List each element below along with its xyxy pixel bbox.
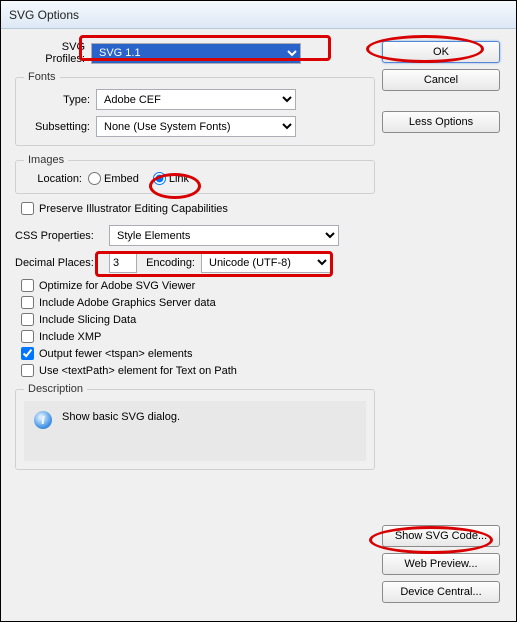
less-options-button[interactable]: Less Options [382, 111, 500, 133]
images-embed-radio[interactable] [88, 172, 101, 185]
include-slicing-checkbox[interactable] [21, 313, 34, 326]
include-graphics-server-checkbox[interactable] [21, 296, 34, 309]
fewer-tspan-checkbox[interactable] [21, 347, 34, 360]
include-xmp-label: Include XMP [39, 331, 101, 343]
encoding-label: Encoding: [137, 257, 201, 269]
show-svg-code-button[interactable]: Show SVG Code... [382, 525, 500, 547]
preserve-illustrator-checkbox[interactable] [21, 202, 34, 215]
fonts-legend: Fonts [24, 71, 60, 83]
info-icon: i [34, 411, 52, 429]
font-type-label: Type: [24, 94, 96, 106]
font-type-select[interactable]: Adobe CEF [96, 89, 296, 110]
ok-button[interactable]: OK [382, 41, 500, 63]
fonts-group: Fonts Type: Adobe CEF Subsetting: None (… [15, 71, 375, 146]
window-title: SVG Options [9, 8, 79, 22]
cancel-button[interactable]: Cancel [382, 69, 500, 91]
device-central-button[interactable]: Device Central... [382, 581, 500, 603]
decimal-places-label: Decimal Places: [15, 257, 109, 269]
css-properties-label: CSS Properties: [15, 230, 109, 242]
images-embed-label: Embed [104, 173, 139, 185]
font-subsetting-label: Subsetting: [24, 121, 96, 133]
images-link-label: Link [169, 173, 189, 185]
encoding-select[interactable]: Unicode (UTF-8) [201, 252, 331, 273]
textpath-checkbox[interactable] [21, 364, 34, 377]
preserve-illustrator-label: Preserve Illustrator Editing Capabilitie… [39, 203, 228, 215]
images-link-radio[interactable] [153, 172, 166, 185]
images-legend: Images [24, 154, 68, 166]
font-subsetting-select[interactable]: None (Use System Fonts) [96, 116, 296, 137]
images-location-label: Location: [24, 173, 88, 185]
description-legend: Description [24, 383, 87, 395]
optimize-viewer-label: Optimize for Adobe SVG Viewer [39, 280, 195, 292]
svg-profiles-select[interactable]: SVG 1.1 [91, 43, 301, 64]
textpath-label: Use <textPath> element for Text on Path [39, 365, 237, 377]
svg-profiles-label: SVG Profiles: [19, 41, 91, 65]
decimal-places-input[interactable] [109, 252, 137, 273]
css-properties-select[interactable]: Style Elements [109, 225, 339, 246]
include-slicing-label: Include Slicing Data [39, 314, 136, 326]
include-graphics-server-label: Include Adobe Graphics Server data [39, 297, 216, 309]
fewer-tspan-label: Output fewer <tspan> elements [39, 348, 192, 360]
description-group: Description i Show basic SVG dialog. [15, 383, 375, 470]
images-group: Images Location: Embed Link [15, 154, 375, 194]
optimize-viewer-checkbox[interactable] [21, 279, 34, 292]
description-text: Show basic SVG dialog. [62, 411, 180, 423]
web-preview-button[interactable]: Web Preview... [382, 553, 500, 575]
include-xmp-checkbox[interactable] [21, 330, 34, 343]
titlebar: SVG Options [1, 1, 516, 29]
